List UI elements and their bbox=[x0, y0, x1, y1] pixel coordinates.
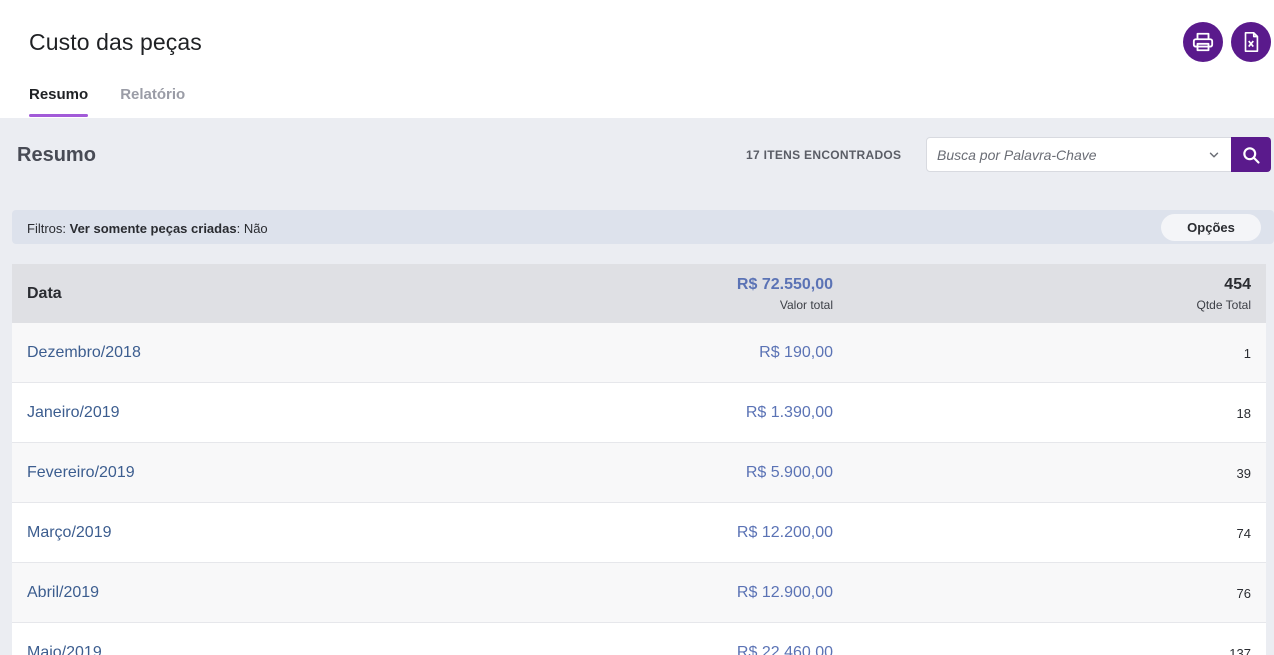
row-date-link[interactable]: Janeiro/2019 bbox=[27, 404, 120, 422]
total-value: R$ 72.550,00 bbox=[736, 276, 833, 293]
table-row: Maio/2019 R$ 22.460,00 137 bbox=[12, 623, 1266, 655]
filters-prefix: Filtros: bbox=[27, 221, 66, 236]
column-header-date: Data bbox=[27, 285, 62, 302]
total-value-header: R$ 72.550,00 Valor total bbox=[737, 276, 833, 312]
row-qty: 18 bbox=[1236, 406, 1251, 421]
print-button[interactable] bbox=[1183, 22, 1223, 62]
filter-name: Ver somente peças criadas bbox=[69, 221, 237, 236]
page-title: Custo das peças bbox=[29, 29, 202, 55]
table-header: Data R$ 72.550,00 Valor total 454 Qtde T… bbox=[12, 264, 1266, 323]
total-value-label: Valor total bbox=[779, 298, 833, 312]
table-row: Março/2019 R$ 12.200,00 74 bbox=[12, 503, 1266, 563]
table-body: Dezembro/2018 R$ 190,00 1 Janeiro/2019 R… bbox=[12, 323, 1266, 655]
row-date-link[interactable]: Maio/2019 bbox=[27, 644, 102, 655]
table-row: Janeiro/2019 R$ 1.390,00 18 bbox=[12, 383, 1266, 443]
row-qty: 137 bbox=[1229, 646, 1251, 655]
row-qty: 76 bbox=[1236, 586, 1251, 601]
filter-separator: : bbox=[236, 221, 241, 236]
row-value: R$ 22.460,00 bbox=[736, 644, 833, 655]
total-qty-label: Qtde Total bbox=[1196, 298, 1251, 312]
section-title: Resumo bbox=[17, 144, 96, 166]
excel-file-icon bbox=[1244, 32, 1259, 52]
row-value: R$ 12.200,00 bbox=[736, 524, 833, 541]
tab-resumo[interactable]: Resumo bbox=[29, 86, 89, 117]
table-row: Abril/2019 R$ 12.900,00 76 bbox=[12, 563, 1266, 623]
row-date-link[interactable]: Março/2019 bbox=[27, 524, 112, 542]
table-row: Dezembro/2018 R$ 190,00 1 bbox=[12, 323, 1266, 383]
table-row: Fevereiro/2019 R$ 5.900,00 39 bbox=[12, 443, 1266, 503]
row-value: R$ 190,00 bbox=[759, 344, 833, 361]
tab-relatorio[interactable]: Relatório bbox=[120, 86, 185, 117]
row-date-link[interactable]: Abril/2019 bbox=[27, 584, 99, 602]
row-qty: 74 bbox=[1236, 526, 1251, 541]
total-qty-header: 454 Qtde Total bbox=[1197, 276, 1251, 312]
row-value: R$ 1.390,00 bbox=[745, 404, 833, 421]
row-qty: 1 bbox=[1243, 346, 1251, 361]
filter-value: Não bbox=[243, 221, 268, 236]
search-box bbox=[926, 137, 1232, 172]
main-content: Resumo 17 ITENS ENCONTRADOS Filtros: Ver… bbox=[0, 118, 1274, 655]
row-date-link[interactable]: Dezembro/2018 bbox=[27, 344, 141, 362]
row-date-link[interactable]: Fevereiro/2019 bbox=[27, 464, 135, 482]
printer-icon bbox=[1192, 32, 1214, 52]
row-qty: 39 bbox=[1236, 466, 1251, 481]
search-icon bbox=[1243, 146, 1260, 164]
filters-text: Filtros: Ver somente peças criadas: Não bbox=[27, 221, 268, 236]
total-qty: 454 bbox=[1224, 276, 1251, 293]
page-header: Custo das peças Resumo Relatório bbox=[0, 0, 1274, 118]
tab-bar: Resumo Relatório bbox=[29, 86, 217, 118]
chevron-down-icon[interactable] bbox=[1207, 148, 1221, 162]
summary-table: Data R$ 72.550,00 Valor total 454 Qtde T… bbox=[12, 264, 1266, 655]
row-value: R$ 12.900,00 bbox=[736, 584, 833, 601]
items-found-count: 17 ITENS ENCONTRADOS bbox=[746, 148, 902, 162]
row-value: R$ 5.900,00 bbox=[745, 464, 833, 481]
filters-bar: Filtros: Ver somente peças criadas: Não … bbox=[12, 210, 1274, 244]
search-input[interactable] bbox=[937, 146, 1197, 163]
options-button[interactable]: Opções bbox=[1161, 214, 1261, 241]
export-excel-button[interactable] bbox=[1231, 22, 1271, 62]
search-button[interactable] bbox=[1231, 137, 1271, 172]
